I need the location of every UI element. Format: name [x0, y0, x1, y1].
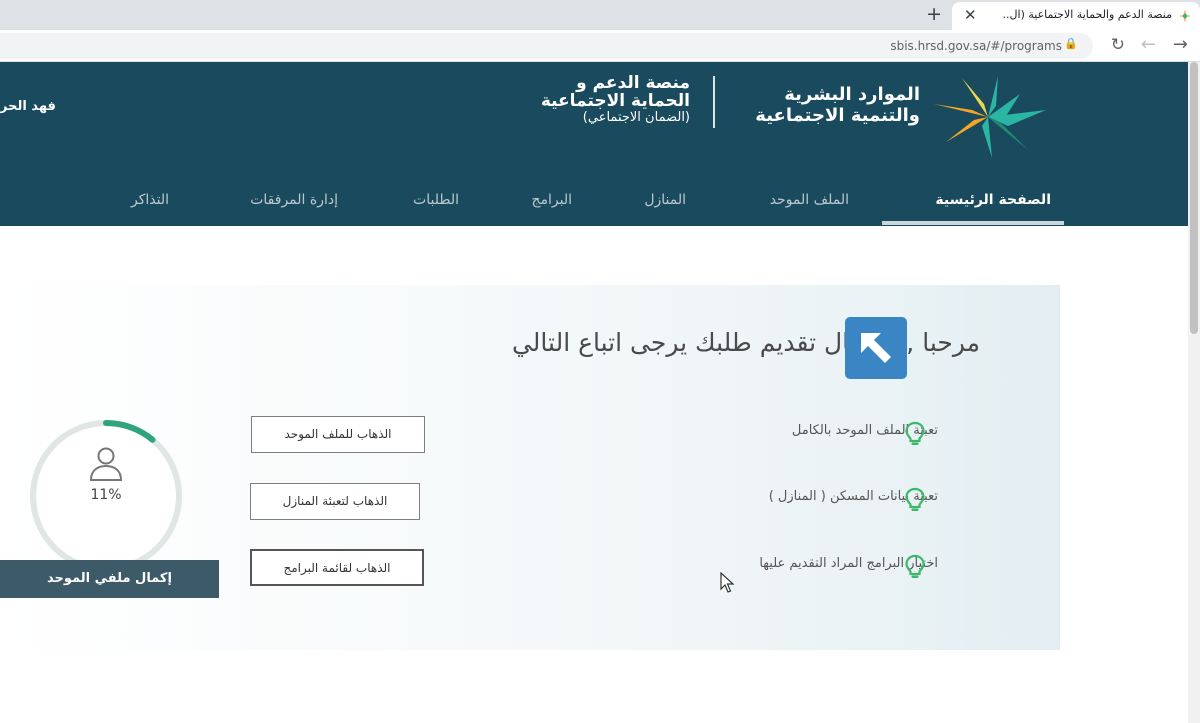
go-to-homes-button[interactable]: الذهاب لتعبئة المنازل [250, 483, 420, 520]
tab-title: منصة الدعم والحماية الاجتماعية (ال... [1002, 8, 1172, 21]
go-to-programs-button[interactable]: الذهاب لقائمة البرامج [250, 549, 424, 586]
site-favicon-icon [1179, 10, 1191, 22]
step-text: تعبئة بيانات المسكن ( المنازل ) [768, 489, 938, 504]
platform-name-line1: منصة الدعم و [576, 73, 690, 93]
profile-progress-ring: 11% [28, 418, 184, 574]
browser-tab[interactable]: منصة الدعم والحماية الاجتماعية (ال... ✕ [952, 2, 1200, 30]
platform-name: منصة الدعم و الحماية الاجتماعية (الضمان … [510, 74, 690, 126]
nav-item-unified-file[interactable]: الملف الموحد [770, 192, 849, 208]
address-bar-row: sbis.hrsd.gov.sa/#/programs 🔒 ↻ ← → [0, 30, 1200, 62]
header-divider [713, 76, 715, 128]
page-scrollbar[interactable] [1188, 62, 1200, 723]
ministry-name: الموارد البشرية والتنمية الاجتماعية [740, 84, 920, 126]
ministry-logo-icon [934, 76, 1046, 158]
go-to-unified-file-button[interactable]: الذهاب للملف الموحد [251, 416, 425, 453]
lightbulb-icon [905, 554, 925, 578]
nav-item-attachments[interactable]: إدارة المرفقات [250, 192, 338, 208]
main-nav: الصفحة الرئيسية الملف الموحد المنازل الب… [0, 180, 1188, 226]
step-text: تعبئة الملف الموحد بالكامل [791, 423, 938, 438]
scrollbar-thumb[interactable] [1190, 62, 1198, 334]
browser-tab-bar: + منصة الدعم والحماية الاجتماعية (ال... … [0, 0, 1200, 30]
nav-item-programs[interactable]: البرامج [531, 192, 572, 208]
platform-name-line2: الحماية الاجتماعية [540, 91, 690, 111]
nav-active-indicator [882, 221, 1064, 225]
new-tab-button[interactable]: + [926, 3, 942, 25]
reload-icon[interactable]: ↻ [1111, 35, 1125, 55]
nav-item-homes[interactable]: المنازل [644, 192, 686, 208]
nav-item-tickets[interactable]: التذاكر [131, 192, 169, 208]
step-text: اختيار البرامج المراد التقديم عليها [759, 556, 938, 571]
forward-arrow-icon[interactable]: → [1173, 34, 1188, 55]
arrow-up-left-icon [845, 317, 907, 379]
lightbulb-icon [905, 421, 925, 445]
ministry-name-line2: والتنمية الاجتماعية [755, 105, 920, 126]
url-text[interactable]: sbis.hrsd.gov.sa/#/programs [890, 39, 1062, 53]
nav-item-requests[interactable]: الطلبات [413, 192, 459, 208]
user-avatar-icon [89, 447, 123, 481]
lightbulb-icon [905, 487, 925, 511]
back-arrow-icon[interactable]: ← [1141, 34, 1156, 55]
complete-unified-file-button[interactable]: إكمال ملفي الموحد [0, 560, 219, 598]
nav-item-home[interactable]: الصفحة الرئيسية [935, 192, 1051, 208]
ministry-name-line1: الموارد البشرية [784, 84, 920, 105]
progress-percentage: 11% [90, 487, 122, 503]
close-tab-icon[interactable]: ✕ [964, 6, 977, 24]
site-header: فهد الحر الموارد البشرية والتنمية الاجتم… [0, 62, 1188, 226]
platform-name-line3: (الضمان الاجتماعي) [582, 110, 690, 125]
welcome-panel: مرحبا ,, لإكمال تقديم طلبك يرجى اتباع ال… [0, 285, 1060, 650]
mouse-pointer-icon [720, 572, 735, 593]
lock-icon[interactable]: 🔒 [1064, 37, 1078, 50]
user-name[interactable]: فهد الحر [0, 99, 56, 114]
